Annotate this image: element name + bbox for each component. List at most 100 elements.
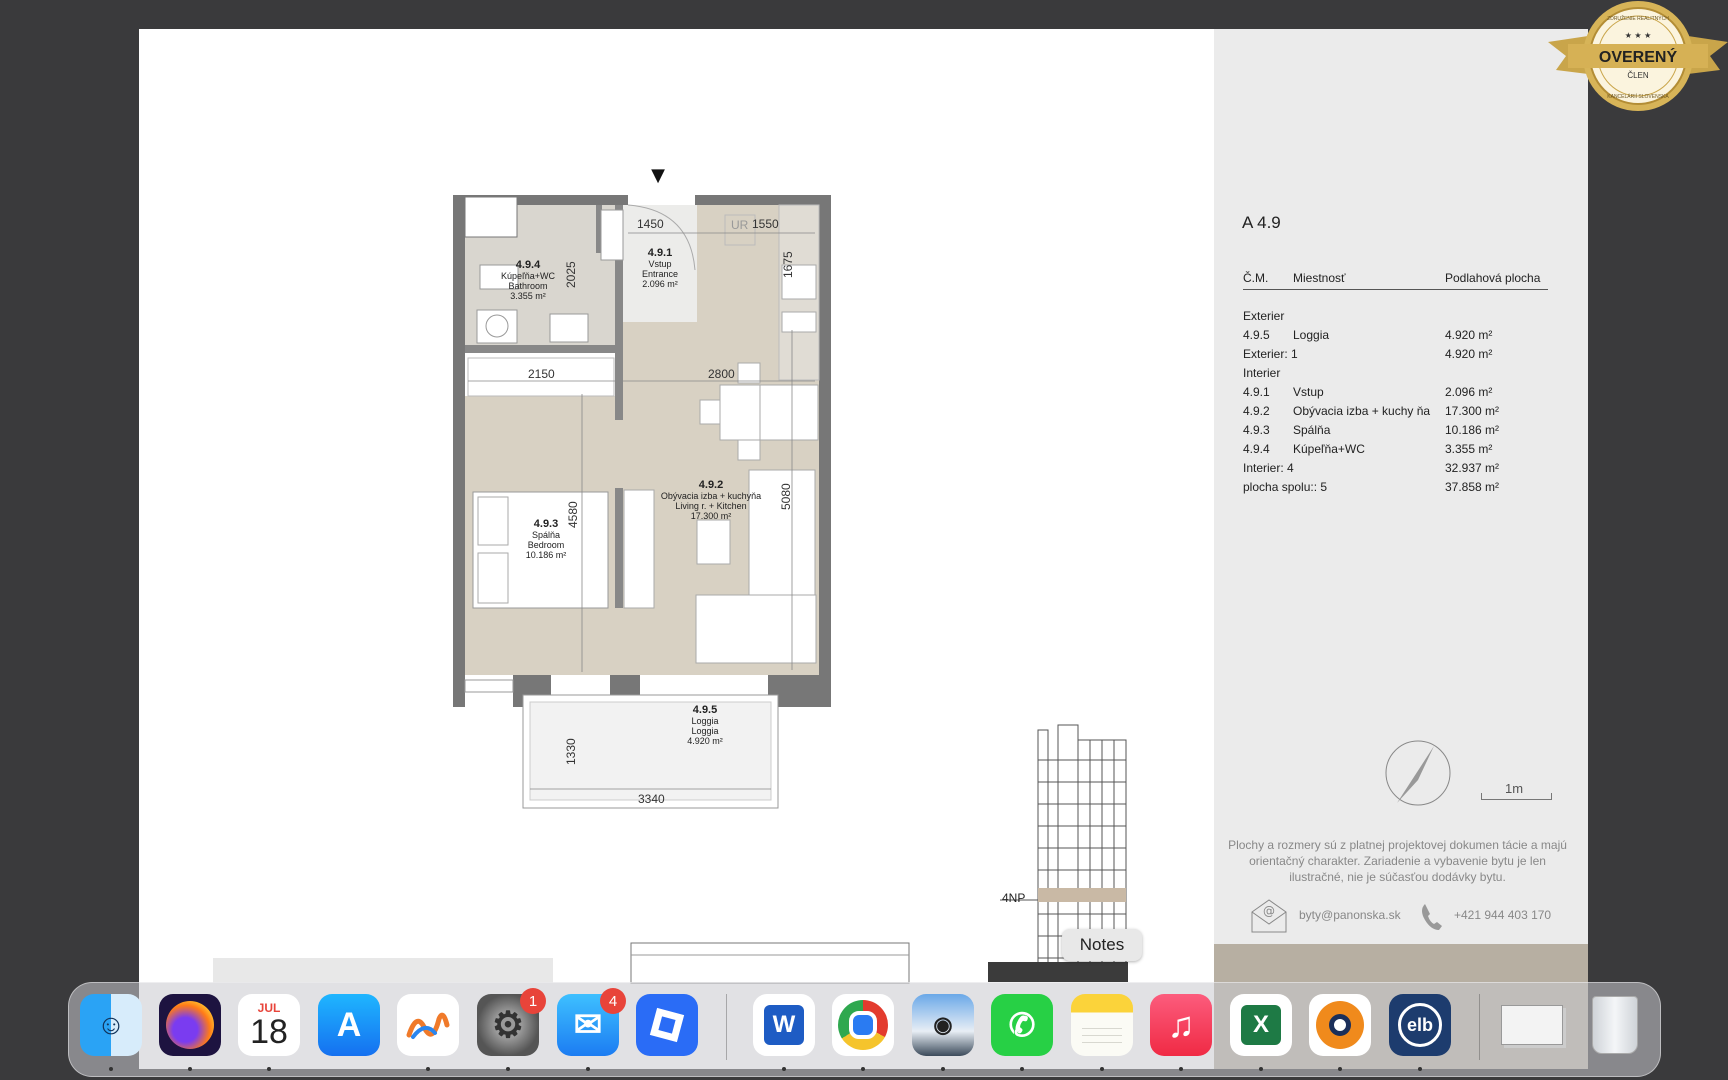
dock-indicator bbox=[1179, 1067, 1183, 1071]
badge-stars: ★ ★ ★ bbox=[1625, 31, 1652, 40]
room-code-living: 4.9.2 bbox=[699, 479, 723, 491]
dim-3340: 3340 bbox=[638, 792, 665, 806]
excel-icon[interactable]: X bbox=[1230, 994, 1292, 1056]
excel-x-icon: X bbox=[1241, 1005, 1281, 1045]
contact-email[interactable]: byty@panonska.sk bbox=[1299, 908, 1401, 922]
header-code: Č.M. bbox=[1243, 271, 1293, 290]
dock-indicator bbox=[1259, 1067, 1263, 1071]
key-plan bbox=[630, 942, 910, 984]
compass-needle bbox=[1397, 746, 1434, 803]
word-icon[interactable]: W bbox=[753, 994, 815, 1056]
kitchen-sink bbox=[781, 311, 817, 333]
ur-label: UR bbox=[731, 218, 749, 232]
badge-sub-text: ČLEN bbox=[1627, 71, 1649, 80]
room-name-loggia: Loggia bbox=[691, 716, 718, 726]
room-code-loggia: 4.9.5 bbox=[693, 704, 717, 716]
calendar-icon[interactable]: JUL 18 bbox=[238, 994, 300, 1056]
bed-pillow-2 bbox=[477, 552, 509, 604]
rooms-table: Č.M. Miestnosť Podlahová plocha Exterier… bbox=[1243, 271, 1548, 496]
freeform-scribble-icon bbox=[406, 1012, 450, 1039]
dim-1330: 1330 bbox=[564, 738, 578, 765]
preview-icon[interactable]: ◉ bbox=[912, 994, 974, 1056]
dining-bench bbox=[759, 384, 819, 441]
documents-stack-icon[interactable] bbox=[1501, 994, 1563, 1056]
room-code-bathroom: 4.9.4 bbox=[516, 259, 541, 271]
room-area-entrance: 2.096 m² bbox=[642, 279, 678, 289]
roblox-square-icon bbox=[649, 1007, 685, 1043]
phone-bubble-icon: ✆ bbox=[1008, 1007, 1036, 1043]
room-name-bedroom: Spálňa bbox=[532, 530, 560, 540]
contact-phone[interactable]: +421 944 403 170 bbox=[1454, 908, 1551, 922]
dim-5080: 5080 bbox=[779, 483, 793, 510]
header-room: Miestnosť bbox=[1293, 271, 1445, 290]
verified-member-badge: OVERENÝ ČLEN ★ ★ ★ ZDRUŽENIE REALITNÝCH … bbox=[1548, 1, 1728, 111]
firefox-icon[interactable] bbox=[159, 994, 221, 1056]
room-area-living: 17.300 m² bbox=[691, 511, 732, 521]
dock-indicator bbox=[782, 1067, 786, 1071]
chrome-ring-icon bbox=[838, 1000, 888, 1050]
elb-icon[interactable]: elb bbox=[1389, 994, 1451, 1056]
unit-title: A 4.9 bbox=[1242, 213, 1281, 232]
bath-shaft bbox=[464, 196, 518, 238]
document-thumbnail-icon bbox=[1501, 1005, 1563, 1045]
openvpn-icon[interactable] bbox=[1309, 994, 1371, 1056]
room-en-loggia: Loggia bbox=[691, 726, 718, 736]
table-row: Exterier: 1 4.920 m² bbox=[1243, 346, 1493, 361]
building-highlight-floor bbox=[1038, 888, 1126, 902]
room-name-entrance: Vstup bbox=[648, 259, 671, 269]
inner-wall-vertical-lower bbox=[615, 488, 623, 608]
openvpn-keyhole-icon bbox=[1316, 1001, 1364, 1049]
room-area-bathroom: 3.355 m² bbox=[510, 291, 546, 301]
notes-lines-icon bbox=[1082, 1022, 1122, 1046]
dining-chair-left bbox=[699, 399, 721, 425]
dim-4580: 4580 bbox=[566, 501, 580, 528]
finder-face-icon: ☺ bbox=[96, 1009, 126, 1040]
phone-icon bbox=[1422, 904, 1442, 930]
table-row: 4.9.3 Spálňa 10.186 m² bbox=[1243, 422, 1500, 437]
room-en-bedroom: Bedroom bbox=[528, 540, 565, 550]
dim-2150: 2150 bbox=[528, 367, 555, 381]
table-row: Interier: 4 32.937 m² bbox=[1243, 460, 1500, 475]
gray-bar bbox=[213, 958, 553, 983]
dock-indicator bbox=[586, 1067, 590, 1071]
chrome-icon[interactable] bbox=[832, 994, 894, 1056]
roblox-icon[interactable] bbox=[636, 994, 698, 1056]
outer-wall-right bbox=[819, 195, 831, 707]
floor-label: 4NP bbox=[1002, 891, 1025, 905]
notes-icon[interactable] bbox=[1071, 994, 1133, 1056]
settings-notification-badge: 1 bbox=[520, 988, 546, 1014]
dock-indicator bbox=[1020, 1067, 1024, 1071]
room-en-bathroom: Bathroom bbox=[508, 281, 547, 291]
bed-pillow-1 bbox=[477, 496, 509, 546]
freeform-icon[interactable] bbox=[397, 994, 459, 1056]
trash-icon[interactable] bbox=[1584, 994, 1646, 1056]
bath-sink bbox=[549, 313, 589, 343]
table-row: 4.9.5 Loggia 4.920 m² bbox=[1243, 327, 1493, 342]
dock-indicator bbox=[941, 1067, 945, 1071]
dock-separator bbox=[726, 994, 727, 1060]
music-icon[interactable]: ♫ bbox=[1150, 994, 1212, 1056]
room-area-bedroom: 10.186 m² bbox=[526, 550, 567, 560]
dock-indicator bbox=[1338, 1067, 1342, 1071]
section-exterior: Exterier bbox=[1243, 308, 1285, 323]
table-row: plocha spolu:: 5 37.858 m² bbox=[1243, 479, 1500, 494]
dim-1550: 1550 bbox=[752, 217, 779, 231]
preview-loupe-icon: ◉ bbox=[933, 1012, 953, 1037]
entrance-marker: ▼ bbox=[651, 165, 665, 186]
building-base bbox=[988, 962, 1128, 982]
gear-icon: ⚙ bbox=[491, 1004, 525, 1045]
room-en-entrance: Entrance bbox=[642, 269, 678, 279]
firefox-globe-icon bbox=[166, 1001, 214, 1049]
envelope-icon: ✉ bbox=[573, 1006, 603, 1044]
room-en-living: Living r. + Kitchen bbox=[675, 501, 746, 511]
app-store-icon[interactable]: A bbox=[318, 994, 380, 1056]
room-name-bathroom: Kúpeľňa+WC bbox=[501, 271, 555, 281]
tv-unit bbox=[623, 489, 655, 609]
whatsapp-icon[interactable]: ✆ bbox=[991, 994, 1053, 1056]
finder-icon[interactable]: ☺ bbox=[80, 994, 142, 1056]
outer-wall-top-right bbox=[695, 195, 831, 205]
dock-separator bbox=[1479, 994, 1480, 1060]
disclaimer-text: Plochy a rozmery sú z platnej projektove… bbox=[1228, 838, 1567, 884]
dock-indicator bbox=[426, 1067, 430, 1071]
room-name-living: Obývacia izba + kuchyňa bbox=[661, 491, 761, 501]
